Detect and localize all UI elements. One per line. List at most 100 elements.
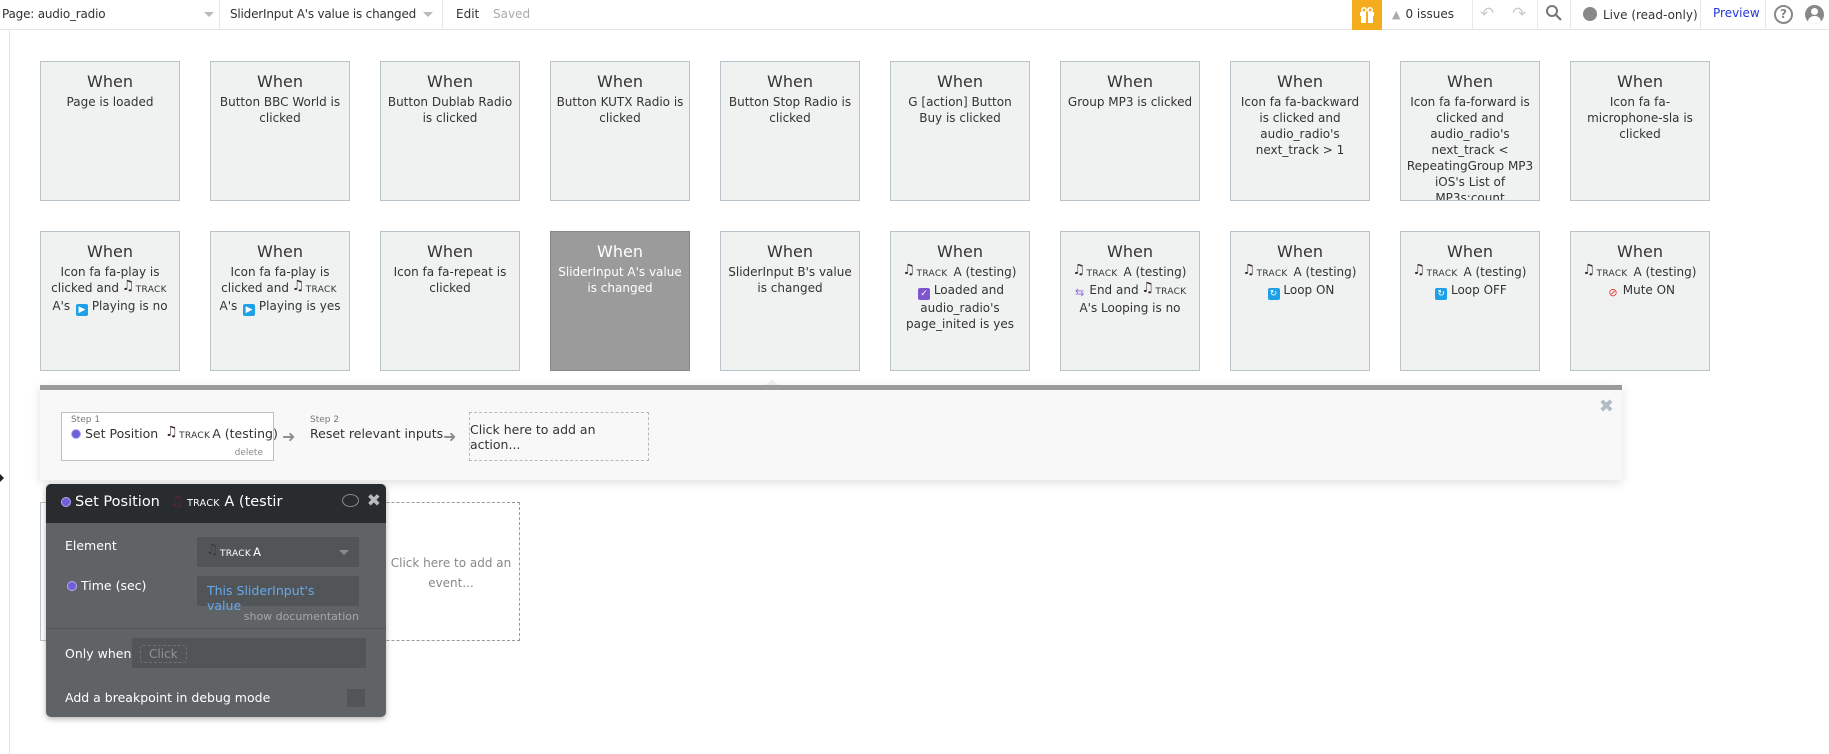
saved-status: Saved [493,7,531,21]
search-button[interactable] [1545,3,1563,28]
close-icon[interactable]: ✖ [1599,396,1614,417]
edit-menu[interactable]: Edit [456,7,479,21]
event-when-label: When [597,72,643,91]
event-when-label: When [1107,242,1153,261]
event-selector[interactable]: SliderInput A's value is changed [220,0,443,30]
editor-header: Set Position ♫ TRACK A (testir ✖ [46,484,386,523]
event-card[interactable]: When Icon fa fa-repeat is clicked [380,231,520,371]
condition-text: A (testing) [1629,265,1697,279]
live-version-selector[interactable]: Live (read-only) [1583,7,1698,22]
event-card[interactable]: When G [action] Button Buy is clicked [890,61,1030,201]
loop-status-icon: ↻ [1267,288,1280,300]
event-card[interactable]: WhenTRACK A (testing) ⊘ Mute ON [1570,231,1710,371]
comment-icon[interactable] [342,494,359,507]
undo-icon[interactable]: ↶ [1480,4,1494,24]
add-action-button[interactable]: Click here to add an action... [469,412,649,461]
breakpoint-checkbox[interactable] [347,689,365,707]
only-when-label: Only when [65,646,132,661]
event-when-label: When [767,72,813,91]
preview-link[interactable]: Preview [1713,6,1760,20]
divider [1472,0,1473,30]
close-icon[interactable]: ✖ [367,491,381,511]
divider [1700,0,1701,30]
condition-text: Playing is no [88,299,168,313]
event-when-label: When [87,72,133,91]
music-note-icon [165,424,178,440]
clock-icon [71,429,81,439]
help-icon[interactable]: ? [1774,5,1793,24]
event-card[interactable]: When SliderInput B's value is changed [720,231,860,371]
condition-text: Loop OFF [1447,283,1507,297]
time-label: Time (sec) [67,578,146,593]
globe-icon [1583,7,1597,21]
time-expression-field[interactable]: This SliderInput's value [197,576,359,613]
user-avatar-icon[interactable] [1805,5,1824,24]
search-icon [1546,5,1562,21]
editor-title-target: A (testir [224,494,283,510]
step-2-label: Step 2 [310,415,340,425]
track-label: TRACK [1086,269,1118,279]
event-card[interactable]: When Icon fa fa-backward is clicked and a… [1230,61,1370,201]
music-note-icon [1243,262,1256,278]
event-condition: G [action] Button Buy is clicked [908,95,1012,125]
gift-icon [1360,7,1374,23]
warning-icon: ▲ [1392,8,1401,21]
condition-text: A (testing) [1289,265,1357,279]
chevron-down-icon [339,550,349,555]
event-condition: Icon fa fa-play is clicked and TRACK A's… [41,264,179,316]
event-card[interactable]: WhenTRACK A (testing) ✓ Loaded and audio… [890,231,1030,371]
mute-status-icon: ⊘ [1608,286,1618,299]
clock-icon [67,581,77,591]
event-when-label: When [87,242,133,261]
check-status-icon: ✓ [918,288,930,300]
element-dropdown[interactable]: TRACKA [197,537,359,567]
event-when-label: When [937,72,983,91]
music-note-icon [1583,262,1596,278]
redo-icon[interactable]: ↷ [1512,4,1526,24]
step-2[interactable]: Step 2 Reset relevant inputs [310,415,443,441]
event-condition: SliderInput B's value is changed [728,265,852,295]
condition-text: Playing is yes [255,299,341,313]
event-condition: Button Dublab Radio is clicked [387,95,513,125]
event-card[interactable]: When Icon fa fa-forward is clicked and au… [1400,61,1540,201]
event-condition: TRACK A (testing) ↻ Loop ON [1231,262,1369,300]
music-note-icon [903,262,916,278]
event-card[interactable]: When Page is loaded [40,61,180,201]
event-card[interactable]: When Icon fa fa-play is clicked and TRACK… [40,231,180,371]
page-selector-label: Page: audio_radio [2,7,106,21]
page-selector[interactable]: Page: audio_radio [0,0,220,30]
top-bar: Page: audio_radio SliderInput A's value … [0,0,1829,30]
event-condition: Icon fa fa-repeat is clicked [393,265,507,295]
event-card[interactable]: When Button Stop Radio is clicked [720,61,860,201]
step-1-action: Set Position TRACKA (testing) [71,424,278,441]
step-1[interactable]: Step 1 Set Position TRACKA (testing) del… [61,412,278,461]
event-card[interactable]: When Button BBC World is clicked [210,61,350,201]
event-card[interactable]: WhenTRACK A (testing) ⇆ End and TRACK A'… [1060,231,1200,371]
show-documentation-link[interactable]: show documentation [244,610,359,623]
event-card[interactable]: When SliderInput A's value is changed [550,231,690,371]
event-card[interactable]: When Button KUTX Radio is clicked [550,61,690,201]
delete-step-link[interactable]: delete [235,448,263,458]
event-when-label: When [1277,242,1323,261]
element-label: Element [65,538,117,553]
event-when-label: When [1617,242,1663,261]
music-note-icon [1141,280,1154,296]
track-label: TRACK [187,498,220,509]
only-when-field[interactable]: Click [132,638,366,668]
collapse-arrow-icon[interactable] [0,474,4,482]
condition-text: A's Looping is no [1079,301,1181,315]
event-card[interactable]: When Button Dublab Radio is clicked [380,61,520,201]
event-card[interactable]: When Group MP3 is clicked [1060,61,1200,201]
event-card[interactable]: When Icon fa fa-play is clicked and TRACK… [210,231,350,371]
editor-title-action: Set Position [75,494,160,510]
live-label: Live (read-only) [1603,8,1698,22]
issues-indicator[interactable]: ▲ 0 issues [1392,7,1454,21]
end-status-icon: ⇆ [1074,286,1085,299]
gift-button[interactable] [1352,0,1382,30]
event-card[interactable]: WhenTRACK A (testing) ↻ Loop ON [1230,231,1370,371]
event-card[interactable]: When Icon fa fa-microphone-sla is clicked [1570,61,1710,201]
divider [1537,0,1538,30]
track-label: TRACK [1426,269,1458,279]
event-card[interactable]: WhenTRACK A (testing) ↻ Loop OFF [1400,231,1540,371]
music-note-icon [1073,262,1086,278]
